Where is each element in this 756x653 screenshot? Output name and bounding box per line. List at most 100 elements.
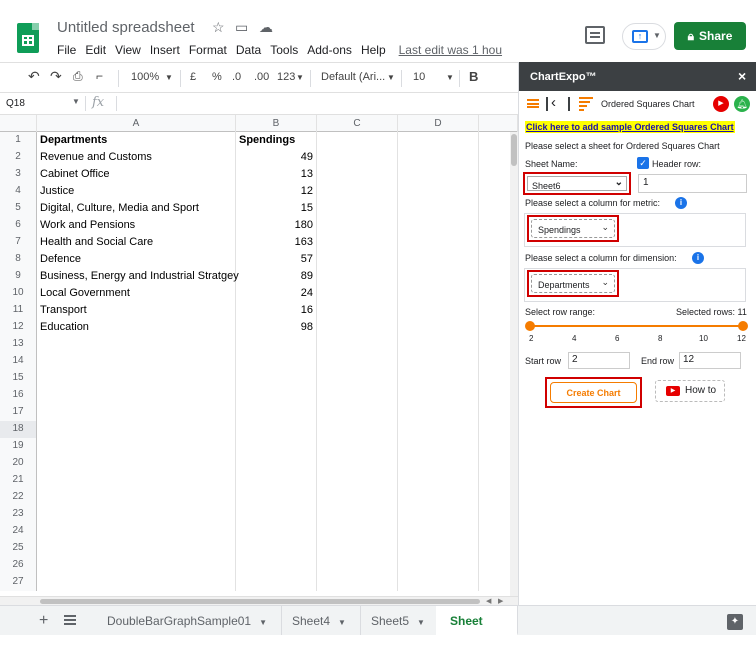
table-cell[interactable] <box>317 166 398 183</box>
menu-icon[interactable] <box>527 99 539 108</box>
present-button[interactable]: ↑ ▼ <box>622 23 666 50</box>
table-cell[interactable] <box>398 404 479 421</box>
table-cell[interactable]: Revenue and Customs <box>37 149 236 166</box>
last-edit-link[interactable]: Last edit was 1 hou <box>399 43 502 57</box>
sample-chart-link[interactable]: Click here to add sample Ordered Squares… <box>525 121 735 133</box>
table-cell[interactable]: Defence <box>37 251 236 268</box>
table-cell[interactable]: 89 <box>236 268 317 285</box>
table-cell[interactable]: Business, Energy and Industrial Stratgey <box>37 268 239 285</box>
column-header-d[interactable]: D <box>398 115 479 132</box>
table-cell[interactable]: 98 <box>236 319 317 336</box>
table-cell[interactable]: 13 <box>236 166 317 183</box>
scroll-left-icon[interactable]: ◀ <box>486 597 491 605</box>
row-header[interactable]: 18 <box>0 421 37 438</box>
table-cell[interactable]: Work and Pensions <box>37 217 236 234</box>
table-cell[interactable] <box>236 574 317 591</box>
chevron-down-icon[interactable]: ▼ <box>387 73 395 82</box>
table-cell[interactable] <box>398 217 479 234</box>
zoom-select[interactable]: 100% <box>131 71 159 83</box>
header-cell[interactable]: Departments <box>37 132 236 149</box>
document-title[interactable]: Untitled spreadsheet <box>57 19 195 36</box>
horizontal-scrollbar[interactable]: ◀ ▶ <box>0 596 518 605</box>
row-header[interactable]: 4 <box>0 183 37 200</box>
table-cell[interactable] <box>398 166 479 183</box>
add-sheet-icon[interactable]: + <box>39 612 48 630</box>
all-sheets-icon[interactable] <box>64 615 76 625</box>
table-cell[interactable] <box>398 251 479 268</box>
table-cell[interactable] <box>398 455 479 472</box>
table-cell[interactable] <box>317 370 398 387</box>
table-cell[interactable] <box>37 370 236 387</box>
info-icon[interactable]: i <box>675 197 687 209</box>
font-family-select[interactable]: Default (Ari... <box>321 71 385 83</box>
menu-edit[interactable]: Edit <box>85 43 106 57</box>
table-cell[interactable] <box>37 540 236 557</box>
table-cell[interactable] <box>317 557 398 574</box>
explore-icon[interactable]: ✦ <box>727 614 743 630</box>
table-cell[interactable]: 15 <box>236 200 317 217</box>
table-cell[interactable] <box>398 336 479 353</box>
table-cell[interactable] <box>398 574 479 591</box>
star-icon[interactable]: ☆ <box>212 19 225 36</box>
create-chart-button[interactable]: Create Chart <box>550 382 637 403</box>
table-cell[interactable] <box>236 336 317 353</box>
table-cell[interactable] <box>398 523 479 540</box>
chevron-down-icon[interactable]: ▼ <box>72 97 80 106</box>
table-cell[interactable] <box>317 472 398 489</box>
back-icon[interactable]: ‹ <box>551 94 556 111</box>
menu-addons[interactable]: Add-ons <box>307 43 352 57</box>
redo-icon[interactable]: ↷ <box>50 68 62 85</box>
tab-doublebargraphsample01[interactable]: DoubleBarGraphSample01 ▼ <box>93 606 283 636</box>
chevron-down-icon[interactable]: ▼ <box>296 73 304 82</box>
row-header[interactable]: 1 <box>0 132 37 149</box>
table-cell[interactable] <box>37 455 236 472</box>
table-cell[interactable] <box>236 404 317 421</box>
table-cell[interactable] <box>317 523 398 540</box>
table-cell[interactable] <box>37 506 236 523</box>
row-header[interactable]: 8 <box>0 251 37 268</box>
menu-view[interactable]: View <box>115 43 141 57</box>
header-row-checkbox[interactable]: ✓ <box>637 157 649 169</box>
row-header[interactable]: 3 <box>0 166 37 183</box>
table-cell[interactable]: 24 <box>236 285 317 302</box>
chevron-down-icon[interactable]: ▼ <box>446 73 454 82</box>
table-cell[interactable] <box>317 489 398 506</box>
paint-format-icon[interactable]: ⌐ <box>96 69 103 83</box>
row-header[interactable]: 16 <box>0 387 37 404</box>
row-range-slider[interactable] <box>530 325 743 327</box>
tab-sheet5[interactable]: Sheet5 ▼ <box>357 606 440 636</box>
table-cell[interactable] <box>317 268 398 285</box>
table-cell[interactable] <box>317 132 398 149</box>
tab-sheet-active[interactable]: Sheet <box>436 606 518 636</box>
table-cell[interactable] <box>398 353 479 370</box>
table-cell[interactable] <box>398 319 479 336</box>
column-header-a[interactable]: A <box>37 115 236 132</box>
table-cell[interactable] <box>398 183 479 200</box>
table-cell[interactable] <box>398 421 479 438</box>
table-cell[interactable] <box>236 353 317 370</box>
name-box[interactable]: Q18 <box>6 98 25 109</box>
cloud-status-icon[interactable]: ☁ <box>259 19 273 36</box>
table-cell[interactable] <box>37 523 236 540</box>
table-cell[interactable]: Education <box>37 319 236 336</box>
table-cell[interactable]: Justice <box>37 183 236 200</box>
table-cell[interactable] <box>236 438 317 455</box>
table-cell[interactable] <box>236 387 317 404</box>
row-header[interactable]: 9 <box>0 268 37 285</box>
row-header[interactable]: 2 <box>0 149 37 166</box>
table-cell[interactable]: 49 <box>236 149 317 166</box>
info-icon[interactable]: i <box>692 252 704 264</box>
table-cell[interactable] <box>398 387 479 404</box>
row-header[interactable]: 6 <box>0 217 37 234</box>
row-header[interactable]: 20 <box>0 455 37 472</box>
table-cell[interactable] <box>398 489 479 506</box>
bell-icon[interactable]: 🔔︎ <box>734 96 750 112</box>
table-cell[interactable]: 57 <box>236 251 317 268</box>
table-cell[interactable] <box>398 506 479 523</box>
column-header-b[interactable]: B <box>236 115 317 132</box>
increase-decimal-button[interactable]: .00 <box>254 71 269 83</box>
table-cell[interactable] <box>398 132 479 149</box>
table-cell[interactable]: 180 <box>236 217 317 234</box>
table-cell[interactable] <box>317 455 398 472</box>
comment-history-icon[interactable] <box>585 26 605 44</box>
